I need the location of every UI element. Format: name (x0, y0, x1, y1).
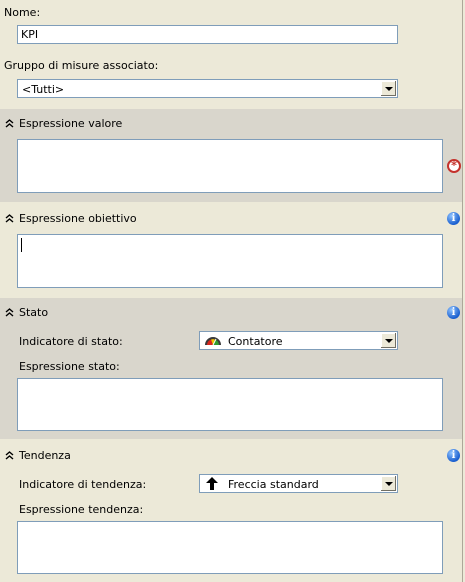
value-expression-textarea[interactable] (17, 139, 443, 193)
status-section: Stato i Indicatore di stato: Contatore E… (0, 298, 462, 439)
status-header: Stato (19, 306, 49, 319)
arrow-up-icon (206, 477, 218, 490)
panel-border (462, 0, 463, 582)
measure-group-select[interactable]: <Tutti> (17, 79, 398, 98)
measure-group-label: Gruppo di misure associato: (4, 59, 159, 72)
goal-expression-header: Espressione obiettivo (19, 212, 137, 225)
value-expression-header: Espressione valore (19, 117, 123, 130)
gauge-icon (205, 337, 221, 346)
trend-header: Tendenza (19, 449, 71, 462)
info-icon[interactable]: i (447, 449, 460, 462)
status-indicator-label: Indicatore di stato: (19, 335, 123, 348)
name-label: Nome: (4, 6, 41, 19)
chevron-down-icon[interactable] (380, 81, 396, 96)
name-input[interactable] (17, 25, 398, 44)
trend-expression-label: Espressione tendenza: (19, 503, 144, 516)
name-input-text[interactable] (21, 28, 363, 41)
goal-expression-textarea[interactable] (17, 234, 443, 288)
trend-indicator-value: Freccia standard (228, 478, 319, 491)
status-expression-label: Espressione stato: (19, 360, 120, 373)
value-expression-section: Espressione valore * (0, 109, 462, 202)
chevron-down-icon[interactable] (380, 333, 396, 348)
measure-group-value: <Tutti> (22, 83, 65, 96)
status-indicator-value: Contatore (228, 335, 283, 348)
trend-expression-textarea[interactable] (17, 521, 443, 574)
collapse-icon[interactable] (5, 451, 14, 460)
trend-section: Tendenza i Indicatore di tendenza: Frecc… (0, 441, 462, 582)
chevron-down-icon[interactable] (380, 476, 396, 491)
info-icon[interactable]: i (447, 212, 460, 225)
goal-expression-section: Espressione obiettivo i (0, 204, 462, 296)
trend-indicator-label: Indicatore di tendenza: (19, 478, 147, 491)
trend-indicator-select[interactable]: Freccia standard (199, 474, 398, 493)
collapse-icon[interactable] (5, 119, 14, 128)
collapse-icon[interactable] (5, 214, 14, 223)
status-indicator-select[interactable]: Contatore (199, 331, 398, 350)
info-icon[interactable]: i (447, 306, 460, 319)
collapse-icon[interactable] (5, 308, 14, 317)
required-icon: * (447, 159, 461, 173)
text-cursor (21, 238, 22, 252)
status-expression-textarea[interactable] (17, 378, 443, 431)
